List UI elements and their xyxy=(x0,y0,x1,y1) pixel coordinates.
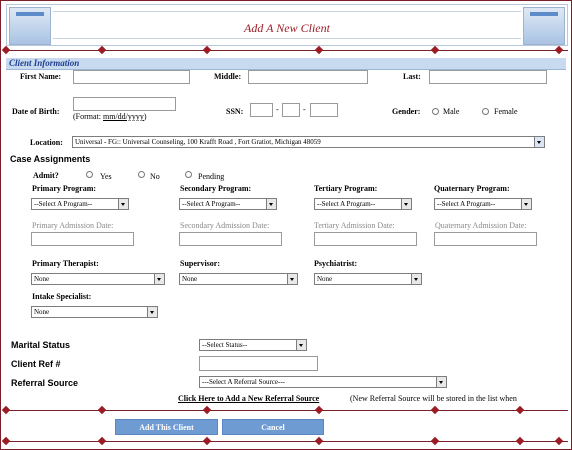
chevron-down-icon xyxy=(521,199,531,209)
gender-male-radio[interactable] xyxy=(432,108,439,115)
marital-status-select[interactable]: --Select Status-- xyxy=(199,339,307,351)
gender-female-label: Female xyxy=(494,107,518,116)
secondary-program-label: Secondary Program: xyxy=(180,184,252,193)
referral-source-label: Referral Source xyxy=(11,378,79,388)
tertiary-program-value: --Select A Program-- xyxy=(317,200,376,208)
quaternary-admission-date-field[interactable] xyxy=(434,232,537,246)
chevron-down-icon xyxy=(411,274,421,284)
admit-no-radio[interactable] xyxy=(138,171,145,178)
header-line xyxy=(53,11,521,12)
client-ref-field[interactable] xyxy=(199,356,318,371)
primary-therapist-label: Primary Therapist: xyxy=(32,259,99,268)
quaternary-admission-date-label: Quaternary Admission Date: xyxy=(435,221,527,230)
secondary-admission-date-field[interactable] xyxy=(179,232,282,246)
tertiary-program-select[interactable]: --Select A Program-- xyxy=(314,198,412,210)
admit-label: Admit? xyxy=(33,171,59,180)
ssn-dash: - xyxy=(276,105,279,114)
ssn-label: SSN: xyxy=(226,107,244,116)
chevron-down-icon xyxy=(287,274,297,284)
section-header: Client Information xyxy=(6,58,566,70)
gender-male-label: Male xyxy=(443,107,460,116)
first-name-label: First Name: xyxy=(20,72,62,81)
chevron-down-icon xyxy=(401,199,411,209)
chevron-down-icon xyxy=(534,137,544,147)
middle-name-label: Middle: xyxy=(214,72,242,81)
secondary-program-select[interactable]: --Select A Program-- xyxy=(179,198,277,210)
primary-therapist-value: None xyxy=(34,275,50,283)
secondary-program-value: --Select A Program-- xyxy=(182,200,241,208)
cancel-button[interactable]: Cancel xyxy=(222,419,324,435)
supervisor-label: Supervisor: xyxy=(180,259,220,268)
psychiatrist-value: None xyxy=(317,275,333,283)
marital-status-label: Marital Status xyxy=(11,340,71,350)
admit-yes-radio[interactable] xyxy=(86,171,93,178)
primary-program-value: --Select A Program-- xyxy=(34,200,93,208)
intake-specialist-value: None xyxy=(34,308,50,316)
psychiatrist-label: Psychiatrist: xyxy=(314,259,358,268)
referral-note: (New Referral Source will be stored in t… xyxy=(350,394,517,403)
primary-therapist-select[interactable]: None xyxy=(31,273,165,285)
admit-yes-label: Yes xyxy=(100,172,112,181)
intake-specialist-label: Intake Specialist: xyxy=(32,292,92,301)
location-value: Universal - FG:: Universal Counseling, 1… xyxy=(75,138,321,146)
case-assignments-heading: Case Assignments xyxy=(10,154,91,164)
quaternary-program-select[interactable]: --Select A Program-- xyxy=(434,198,532,210)
chevron-down-icon xyxy=(436,377,446,387)
middle-name-field[interactable] xyxy=(248,70,368,84)
primary-admission-date-label: Primary Admission Date: xyxy=(32,221,114,230)
location-label: Location: xyxy=(30,138,63,147)
footer-divider xyxy=(4,441,568,442)
referral-source-select[interactable]: ---Select A Referral Source--- xyxy=(199,376,447,388)
add-referral-source-link[interactable]: Click Here to Add a New Referral Source xyxy=(178,394,319,403)
gender-label: Gender: xyxy=(392,107,421,116)
chevron-down-icon xyxy=(266,199,276,209)
primary-program-select[interactable]: --Select A Program-- xyxy=(31,198,129,210)
ssn-part3-field[interactable] xyxy=(310,103,338,117)
admit-pending-label: Pending xyxy=(198,172,225,181)
chevron-down-icon xyxy=(147,307,157,317)
ssn-dash: - xyxy=(303,105,306,114)
chevron-down-icon xyxy=(118,199,128,209)
dob-label: Date of Birth: xyxy=(12,107,60,116)
primary-program-label: Primary Program: xyxy=(32,184,97,193)
top-divider xyxy=(4,50,568,51)
first-name-field[interactable] xyxy=(73,70,190,84)
chevron-down-icon xyxy=(296,340,306,350)
gender-female-radio[interactable] xyxy=(482,108,489,115)
marital-status-value: --Select Status-- xyxy=(202,341,248,349)
referral-source-value: ---Select A Referral Source--- xyxy=(202,378,285,386)
admit-pending-radio[interactable] xyxy=(185,171,192,178)
dob-format-hint: (Format: mm/dd/yyyy) xyxy=(73,112,147,121)
last-name-field[interactable] xyxy=(429,70,547,84)
page-title: Add A New Client xyxy=(244,21,330,35)
location-select[interactable]: Universal - FG:: Universal Counseling, 1… xyxy=(72,136,545,148)
secondary-admission-date-label: Secondary Admission Date: xyxy=(180,221,270,230)
quaternary-program-value: --Select A Program-- xyxy=(437,200,496,208)
bottom-divider xyxy=(4,410,568,411)
section-title: Client Information xyxy=(9,58,80,68)
chevron-down-icon xyxy=(154,274,164,284)
supervisor-select[interactable]: None xyxy=(179,273,298,285)
last-name-label: Last: xyxy=(403,72,421,81)
tertiary-admission-date-field[interactable] xyxy=(314,232,417,246)
dob-field[interactable] xyxy=(73,97,176,111)
client-ref-label: Client Ref # xyxy=(11,359,61,369)
intake-specialist-select[interactable]: None xyxy=(31,306,158,318)
add-client-button[interactable]: Add This Client xyxy=(115,419,218,435)
ssn-part1-field[interactable] xyxy=(250,103,273,117)
page-header: Add A New Client xyxy=(6,4,568,46)
psychiatrist-select[interactable]: None xyxy=(314,273,422,285)
primary-admission-date-field[interactable] xyxy=(31,232,134,246)
tertiary-program-label: Tertiary Program: xyxy=(314,184,378,193)
tertiary-admission-date-label: Tertiary Admission Date: xyxy=(314,221,395,230)
header-line xyxy=(53,38,521,39)
ssn-part2-field[interactable] xyxy=(282,103,300,117)
supervisor-value: None xyxy=(182,275,198,283)
quaternary-program-label: Quaternary Program: xyxy=(434,184,510,193)
admit-no-label: No xyxy=(150,172,160,181)
